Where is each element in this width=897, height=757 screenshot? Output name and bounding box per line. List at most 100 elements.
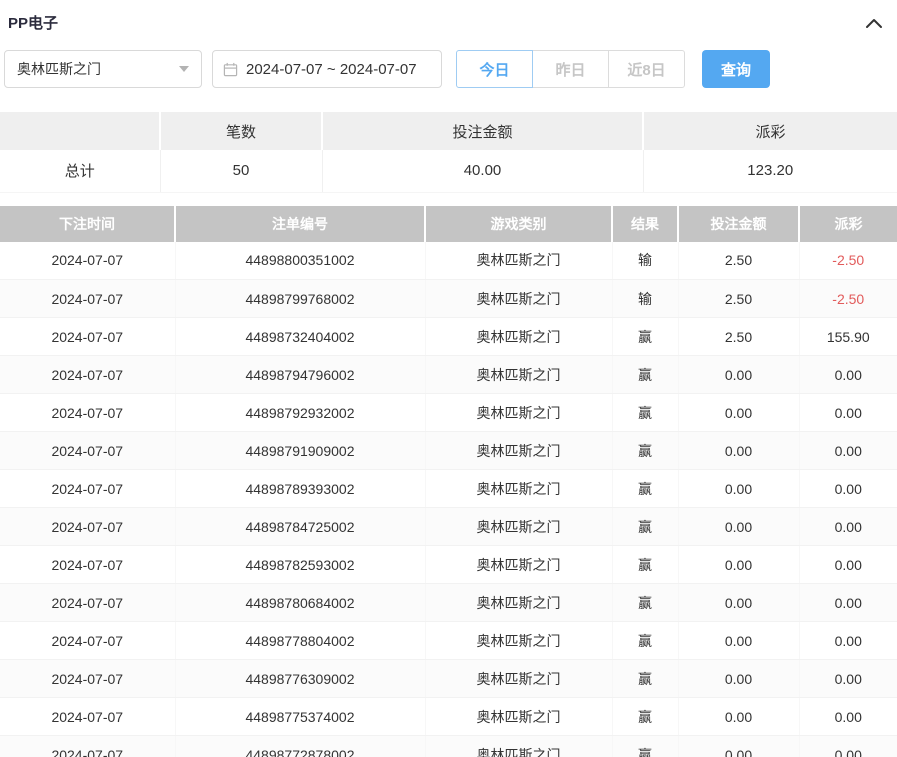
bet-time-cell: 2024-07-07 [0, 584, 175, 622]
header-payout: 派彩 [799, 206, 897, 242]
summary-header-row: 笔数 投注金额 派彩 [0, 112, 897, 150]
quick-button-today[interactable]: 今日 [456, 50, 533, 88]
summary-total-row: 总计 50 40.00 123.20 [0, 150, 897, 192]
table-row: 2024-07-0744898789393002奥林匹斯之门赢0.000.00 [0, 470, 897, 508]
payout-cell: -2.50 [799, 280, 897, 318]
bet-amount-cell: 0.00 [678, 660, 799, 698]
bet-amount-cell: 0.00 [678, 584, 799, 622]
result-cell: 赢 [612, 660, 678, 698]
date-range-input[interactable]: 2024-07-07 ~ 2024-07-07 [212, 50, 442, 88]
pp-games-panel: PP电子 奥林匹斯之门 2024-07-07 ~ 2024-07-07 今日 昨… [0, 0, 897, 757]
table-row: 2024-07-0744898782593002奥林匹斯之门赢0.000.00 [0, 546, 897, 584]
order-no-cell: 44898778804002 [175, 622, 425, 660]
bet-time-cell: 2024-07-07 [0, 432, 175, 470]
order-no-cell: 44898784725002 [175, 508, 425, 546]
bet-amount-cell: 0.00 [678, 432, 799, 470]
quick-date-button-group: 今日 昨日 近8日 [456, 50, 685, 88]
game-category-cell: 奥林匹斯之门 [425, 622, 612, 660]
header-bet-time: 下注时间 [0, 206, 175, 242]
table-row: 2024-07-0744898791909002奥林匹斯之门赢0.000.00 [0, 432, 897, 470]
result-cell: 赢 [612, 394, 678, 432]
game-category-cell: 奥林匹斯之门 [425, 432, 612, 470]
payout-cell: 0.00 [799, 698, 897, 736]
payout-cell: 0.00 [799, 470, 897, 508]
bet-time-cell: 2024-07-07 [0, 698, 175, 736]
payout-cell: 0.00 [799, 508, 897, 546]
bet-amount-cell: 0.00 [678, 698, 799, 736]
table-row: 2024-07-0744898792932002奥林匹斯之门赢0.000.00 [0, 394, 897, 432]
payout-cell: 0.00 [799, 546, 897, 584]
summary-total-payout: 123.20 [643, 150, 897, 192]
summary-table: 笔数 投注金额 派彩 总计 50 40.00 123.20 [0, 112, 897, 193]
result-cell: 赢 [612, 698, 678, 736]
summary-header-payout: 派彩 [643, 112, 897, 150]
header-order-no: 注单编号 [175, 206, 425, 242]
chevron-down-icon [179, 66, 189, 72]
game-category-cell: 奥林匹斯之门 [425, 584, 612, 622]
date-range-value: 2024-07-07 ~ 2024-07-07 [246, 61, 417, 78]
bet-amount-cell: 0.00 [678, 736, 799, 757]
summary-total-count: 50 [160, 150, 322, 192]
order-no-cell: 44898799768002 [175, 280, 425, 318]
result-cell: 赢 [612, 508, 678, 546]
game-select-value: 奥林匹斯之门 [17, 59, 101, 79]
calendar-icon [223, 62, 238, 77]
summary-total-bet-amount: 40.00 [322, 150, 643, 192]
order-no-cell: 44898780684002 [175, 584, 425, 622]
bet-amount-cell: 0.00 [678, 622, 799, 660]
table-row: 2024-07-0744898732404002奥林匹斯之门赢2.50155.9… [0, 318, 897, 356]
table-row: 2024-07-0744898800351002奥林匹斯之门输2.50-2.50 [0, 242, 897, 280]
quick-button-last-8-days[interactable]: 近8日 [608, 50, 685, 88]
bet-time-cell: 2024-07-07 [0, 318, 175, 356]
bet-records-table: 下注时间 注单编号 游戏类别 结果 投注金额 派彩 2024-07-074489… [0, 206, 897, 757]
table-row: 2024-07-0744898784725002奥林匹斯之门赢0.000.00 [0, 508, 897, 546]
bet-time-cell: 2024-07-07 [0, 660, 175, 698]
payout-cell: 0.00 [799, 736, 897, 757]
game-category-cell: 奥林匹斯之门 [425, 736, 612, 757]
bet-time-cell: 2024-07-07 [0, 622, 175, 660]
table-row: 2024-07-0744898772878002奥林匹斯之门赢0.000.00 [0, 736, 897, 757]
game-category-cell: 奥林匹斯之门 [425, 318, 612, 356]
filter-bar: 奥林匹斯之门 2024-07-07 ~ 2024-07-07 今日 昨日 近8日… [4, 50, 897, 88]
payout-cell: 0.00 [799, 660, 897, 698]
bet-amount-cell: 0.00 [678, 508, 799, 546]
table-row: 2024-07-0744898775374002奥林匹斯之门赢0.000.00 [0, 698, 897, 736]
result-cell: 输 [612, 242, 678, 280]
result-cell: 赢 [612, 318, 678, 356]
chevron-up-icon[interactable] [863, 15, 885, 31]
bet-amount-cell: 0.00 [678, 470, 799, 508]
bet-time-cell: 2024-07-07 [0, 508, 175, 546]
result-cell: 输 [612, 280, 678, 318]
header-game-category: 游戏类别 [425, 206, 612, 242]
bet-amount-cell: 0.00 [678, 356, 799, 394]
game-category-cell: 奥林匹斯之门 [425, 470, 612, 508]
bet-table-body: 2024-07-0744898800351002奥林匹斯之门输2.50-2.50… [0, 242, 897, 757]
table-row: 2024-07-0744898799768002奥林匹斯之门输2.50-2.50 [0, 280, 897, 318]
payout-cell: -2.50 [799, 242, 897, 280]
order-no-cell: 44898772878002 [175, 736, 425, 757]
result-cell: 赢 [612, 736, 678, 757]
summary-header-bet-amount: 投注金额 [322, 112, 643, 150]
bet-time-cell: 2024-07-07 [0, 736, 175, 757]
order-no-cell: 44898800351002 [175, 242, 425, 280]
summary-header-count: 笔数 [160, 112, 322, 150]
payout-cell: 0.00 [799, 622, 897, 660]
summary-header-empty [0, 112, 160, 150]
bet-time-cell: 2024-07-07 [0, 394, 175, 432]
bet-amount-cell: 0.00 [678, 546, 799, 584]
bet-time-cell: 2024-07-07 [0, 356, 175, 394]
result-cell: 赢 [612, 470, 678, 508]
table-row: 2024-07-0744898780684002奥林匹斯之门赢0.000.00 [0, 584, 897, 622]
table-row: 2024-07-0744898778804002奥林匹斯之门赢0.000.00 [0, 622, 897, 660]
order-no-cell: 44898794796002 [175, 356, 425, 394]
quick-button-yesterday[interactable]: 昨日 [532, 50, 609, 88]
search-button[interactable]: 查询 [702, 50, 770, 88]
game-select[interactable]: 奥林匹斯之门 [4, 50, 202, 88]
bet-table-header-row: 下注时间 注单编号 游戏类别 结果 投注金额 派彩 [0, 206, 897, 242]
game-category-cell: 奥林匹斯之门 [425, 698, 612, 736]
table-row: 2024-07-0744898794796002奥林匹斯之门赢0.000.00 [0, 356, 897, 394]
result-cell: 赢 [612, 356, 678, 394]
order-no-cell: 44898775374002 [175, 698, 425, 736]
page-title: PP电子 [8, 12, 58, 33]
result-cell: 赢 [612, 622, 678, 660]
